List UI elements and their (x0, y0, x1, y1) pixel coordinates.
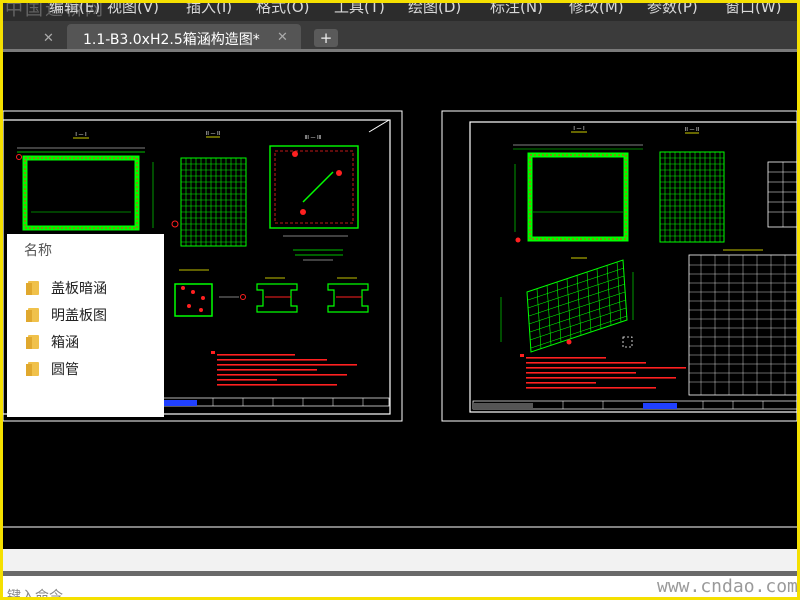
menu-tools[interactable]: 工具(T) (334, 3, 385, 17)
close-icon[interactable]: ✕ (43, 31, 54, 46)
folder-icon (26, 335, 39, 349)
skewed-rebar-mesh (500, 257, 634, 353)
culvert-wall (22, 155, 140, 231)
folder-item[interactable]: 圆管 (25, 358, 155, 378)
folder-label: 明盖板图 (51, 308, 107, 324)
site-watermark: www.cndao.com (657, 576, 798, 597)
folder-label: 箱涵 (51, 335, 79, 351)
detail-rebar (274, 150, 354, 224)
folder-item[interactable]: 箱涵 (25, 331, 155, 351)
folder-label: 圆管 (51, 362, 79, 378)
detail-bracket (327, 283, 369, 313)
corner-detail: III — III (269, 135, 359, 261)
rebar-callout (171, 220, 179, 228)
culvert-wall (527, 152, 629, 242)
rebar-mesh-plan: II — II (180, 131, 247, 247)
svg-text:I — I: I — I (573, 126, 584, 132)
menu-draw[interactable]: 绘图(D) (408, 3, 461, 17)
box-culvert-section: I — I (16, 132, 179, 231)
layout-tab-bar (3, 549, 797, 571)
app-window: 中国道桥网 编辑(E) 视图(V) 插入(I) 格式(O) 工具(T) 绘图(D… (0, 0, 800, 600)
detail-border (269, 145, 359, 229)
svg-text:II — II: II — II (685, 127, 699, 133)
sheet-right: I — I II — II (441, 110, 797, 422)
name-column-header[interactable]: 名称 (24, 240, 52, 260)
file-browser-panel: 名称 盖板暗涵 明盖板图 箱涵 圆管 (7, 234, 164, 417)
diagonal-bar (302, 171, 334, 203)
tab-active-drawing[interactable]: 1.1-B3.0xH2.5箱涵构造图* ✕ (67, 24, 301, 51)
menu-modify[interactable]: 修改(M) (569, 3, 624, 17)
sheet-corner-mark (368, 119, 390, 133)
menu-edit[interactable]: 编辑(E) (49, 3, 100, 17)
folder-icon (26, 308, 39, 322)
rebar-callout (292, 151, 298, 157)
culvert-rebar (529, 154, 627, 240)
menu-params[interactable]: 参数(P) (647, 3, 698, 17)
detail-title: III — III (304, 135, 321, 141)
rebar-callout (300, 209, 306, 215)
culvert-rebar (24, 157, 138, 229)
notes-block (520, 354, 686, 389)
rebar-mesh-plan: II — II (659, 127, 725, 243)
rebar-callout (16, 154, 22, 160)
menu-view[interactable]: 视图(V) (107, 3, 159, 17)
menu-bar: 中国道桥网 编辑(E) 视图(V) 插入(I) 格式(O) 工具(T) 绘图(D… (3, 3, 797, 21)
tab-previous[interactable]: ✕ (3, 25, 65, 51)
command-line[interactable]: 键入命令 www.cndao.com (3, 576, 798, 600)
menu-dimension[interactable]: 标注(N) (490, 3, 543, 17)
tab-title: 1.1-B3.0xH2.5箱涵构造图* (83, 32, 260, 48)
rebar-callout (336, 170, 342, 176)
folder-icon (26, 362, 39, 376)
folder-item[interactable]: 盖板暗涵 (25, 277, 155, 297)
section-title: I — I (75, 132, 86, 138)
drawing-canvas[interactable]: I — I II — II III — III I — I II — II 名称… (3, 52, 797, 549)
folder-icon (26, 281, 39, 295)
close-icon[interactable]: ✕ (277, 30, 288, 45)
title-block (472, 400, 797, 410)
small-details (174, 269, 369, 317)
menu-insert[interactable]: 插入(I) (186, 3, 232, 17)
mesh-lines (181, 158, 246, 246)
command-prompt: 键入命令 (7, 589, 63, 600)
menu-window[interactable]: 窗口(W) (725, 3, 782, 17)
box-culvert-section: I — I (513, 126, 643, 243)
detail-box (174, 283, 213, 317)
folder-item[interactable]: 明盖板图 (25, 304, 155, 324)
new-tab-button[interactable]: + (314, 29, 338, 47)
notes-block (211, 351, 357, 386)
menu-format[interactable]: 格式(O) (256, 3, 310, 17)
document-tab-strip: ✕ 1.1-B3.0xH2.5箱涵构造图* ✕ + (3, 21, 797, 51)
detail-bracket (256, 283, 298, 313)
title-block (162, 397, 390, 407)
mesh-title: II — II (206, 131, 220, 137)
folder-label: 盖板暗涵 (51, 281, 107, 297)
